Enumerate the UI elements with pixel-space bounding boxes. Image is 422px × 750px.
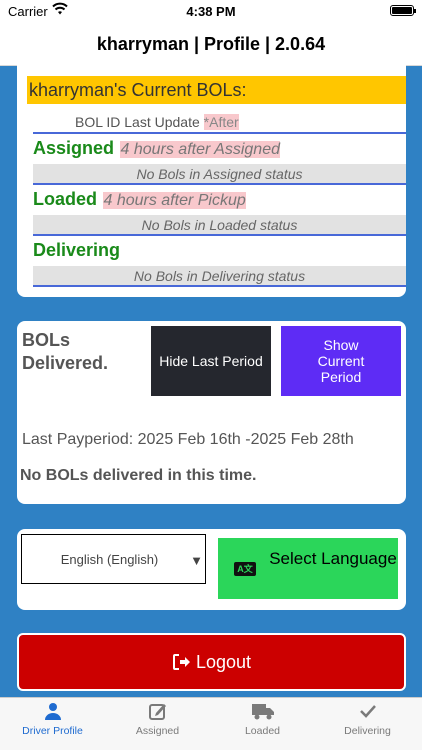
page-title: kharryman | Profile | 2.0.64 bbox=[96, 34, 326, 54]
select-language-label: Select Language bbox=[269, 549, 397, 568]
assigned-section-header: Assigned 4 hours after Assigned bbox=[33, 138, 280, 162]
tab-assigned[interactable]: Assigned bbox=[105, 698, 210, 750]
tab-label: Loaded bbox=[244, 725, 281, 737]
hide-last-period-button[interactable]: Hide Last Period bbox=[151, 326, 271, 396]
delivering-title: Delivering bbox=[33, 240, 121, 260]
current-bols-header: kharryman's Current BOLs: bbox=[27, 76, 406, 104]
no-bols-delivered-message: No BOLs delivered in this time. bbox=[20, 467, 257, 484]
assigned-empty-row: No Bols in Assigned status bbox=[33, 164, 406, 183]
divider bbox=[33, 183, 406, 185]
check-icon bbox=[315, 700, 420, 722]
loaded-note: 4 hours after Pickup bbox=[103, 192, 246, 209]
dropdown-arrow-icon: ▼ bbox=[190, 553, 203, 568]
tab-label: Delivering bbox=[344, 725, 391, 737]
bols-delivered-card: BOLs Delivered. Hide Last Period Show Cu… bbox=[17, 321, 406, 504]
language-select-value: English (English) bbox=[60, 552, 159, 567]
logout-button[interactable]: Logout bbox=[17, 633, 406, 691]
divider bbox=[33, 234, 406, 236]
tab-loaded[interactable]: Loaded bbox=[210, 698, 315, 750]
tab-bar: Driver Profile Assigned Loaded Deliverin… bbox=[0, 697, 422, 750]
select-language-button[interactable]: A文 Select Language bbox=[218, 538, 398, 599]
delivering-empty-row: No Bols in Delivering status bbox=[33, 266, 406, 285]
divider bbox=[33, 285, 406, 287]
edit-icon bbox=[105, 700, 210, 722]
after-tag: *After bbox=[203, 114, 239, 130]
person-icon bbox=[0, 700, 105, 722]
column-header-label: BOL ID Last Update bbox=[75, 114, 204, 130]
logout-icon bbox=[172, 653, 192, 671]
delivering-section-header: Delivering bbox=[33, 240, 120, 264]
assigned-title: Assigned bbox=[33, 138, 115, 158]
clock: 4:38 PM bbox=[186, 4, 236, 19]
tab-label: Assigned bbox=[135, 725, 180, 737]
column-header: BOL ID Last Update *After bbox=[75, 114, 239, 130]
tab-driver-profile[interactable]: Driver Profile bbox=[0, 698, 105, 750]
assigned-note: 4 hours after Assigned bbox=[120, 141, 280, 158]
current-bols-card: kharryman's Current BOLs: BOL ID Last Up… bbox=[17, 62, 406, 297]
bols-delivered-title: BOLs Delivered. bbox=[22, 330, 109, 373]
payperiod-label: Last Payperiod: 2025 Feb 16th -2025 Feb … bbox=[22, 431, 354, 448]
translate-icon: A文 bbox=[234, 562, 256, 576]
loaded-section-header: Loaded 4 hours after Pickup bbox=[33, 189, 246, 213]
status-bar: Carrier 4:38 PM bbox=[0, 0, 422, 22]
loaded-empty-row: No Bols in Loaded status bbox=[33, 215, 406, 234]
show-current-period-button[interactable]: Show Current Period bbox=[281, 326, 401, 396]
tab-delivering[interactable]: Delivering bbox=[315, 698, 420, 750]
truck-icon bbox=[210, 700, 315, 722]
loaded-title: Loaded bbox=[33, 189, 98, 209]
navigation-bar: kharryman | Profile | 2.0.64 bbox=[0, 22, 422, 66]
language-card: English (English) ▼ A文 Select Language bbox=[17, 529, 406, 610]
language-select[interactable]: English (English) ▼ bbox=[21, 534, 206, 584]
battery-icon bbox=[390, 5, 416, 16]
tab-label: Driver Profile bbox=[22, 725, 83, 737]
logout-label: Logout bbox=[195, 651, 252, 672]
divider bbox=[33, 132, 406, 134]
